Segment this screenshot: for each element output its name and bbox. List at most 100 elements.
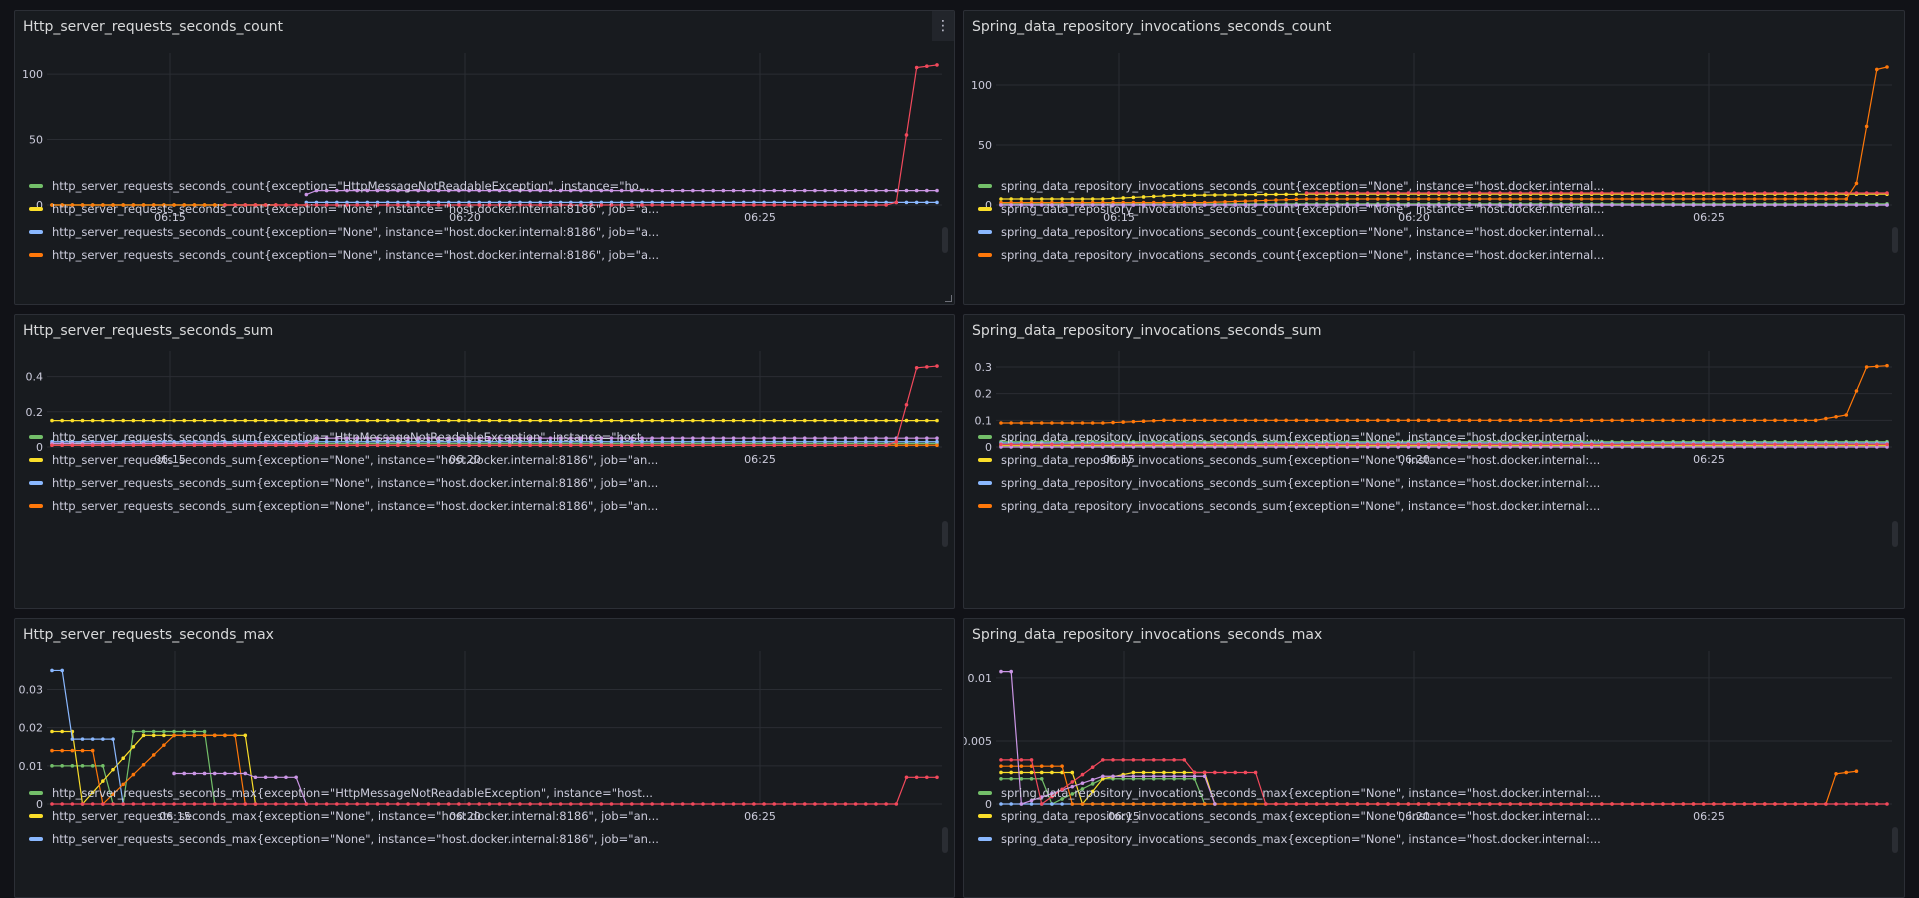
legend-label: http_server_requests_seconds_max{excepti… xyxy=(52,785,653,800)
legend-color-swatch xyxy=(29,457,43,462)
data-point xyxy=(660,418,665,423)
data-point xyxy=(1467,418,1472,423)
panel-http-count[interactable]: Http_server_requests_seconds_count ⋮ 0 50… xyxy=(14,10,955,305)
legend-label: spring_data_repository_invocations_secon… xyxy=(1001,475,1601,490)
legend-label: spring_data_repository_invocations_secon… xyxy=(1001,429,1601,444)
y-tick-label: 50 xyxy=(29,134,43,147)
data-point xyxy=(1885,363,1889,368)
data-point xyxy=(1640,418,1645,423)
legend-label: http_server_requests_seconds_count{excep… xyxy=(52,201,659,216)
data-point xyxy=(151,733,156,738)
legend-item[interactable]: http_server_requests_seconds_sum{excepti… xyxy=(23,425,944,448)
legend-item[interactable]: http_server_requests_seconds_max{excepti… xyxy=(23,804,944,827)
data-point xyxy=(80,737,85,741)
data-point xyxy=(50,418,54,423)
data-point xyxy=(1070,770,1075,775)
legend-item[interactable]: http_server_requests_seconds_max{excepti… xyxy=(23,827,944,850)
legend-item[interactable]: spring_data_repository_invocations_secon… xyxy=(972,471,1894,494)
panel-spring-max[interactable]: Spring_data_repository_invocations_secon… xyxy=(963,618,1905,898)
data-point xyxy=(243,733,248,738)
data-point xyxy=(925,418,929,423)
data-point xyxy=(1151,758,1156,762)
data-point xyxy=(70,764,75,768)
data-point xyxy=(1864,365,1869,369)
legend-color-swatch xyxy=(978,252,992,257)
legend-item[interactable]: spring_data_repository_invocations_secon… xyxy=(972,494,1894,517)
data-point xyxy=(762,418,766,423)
legend-item[interactable]: http_server_requests_seconds_sum{excepti… xyxy=(23,494,944,517)
data-point xyxy=(60,748,64,753)
data-point xyxy=(294,775,298,780)
legend-color-swatch xyxy=(29,480,43,485)
data-point xyxy=(1050,770,1054,775)
legend-color-swatch xyxy=(978,183,992,188)
data-point xyxy=(691,418,695,423)
legend-color-swatch xyxy=(29,836,43,841)
legend-item[interactable]: spring_data_repository_invocations_secon… xyxy=(972,804,1894,827)
y-tick-label: 0.01 xyxy=(19,760,44,773)
legend-item[interactable]: http_server_requests_seconds_count{excep… xyxy=(23,174,944,197)
legend-item[interactable]: spring_data_repository_invocations_secon… xyxy=(972,220,1894,243)
data-point xyxy=(1650,418,1655,423)
data-point xyxy=(60,764,64,768)
data-point xyxy=(1742,418,1747,423)
data-point xyxy=(1752,418,1757,423)
data-point xyxy=(874,418,878,423)
legend-item[interactable]: http_server_requests_seconds_count{excep… xyxy=(23,220,944,243)
legend-item[interactable]: spring_data_repository_invocations_secon… xyxy=(972,425,1894,448)
data-point xyxy=(1854,769,1859,774)
panel-spring-sum[interactable]: Spring_data_repository_invocations_secon… xyxy=(963,314,1905,609)
legend-item[interactable]: spring_data_repository_invocations_secon… xyxy=(972,243,1894,266)
data-point xyxy=(1090,765,1095,770)
data-point xyxy=(1437,418,1441,423)
panel-http-max[interactable]: Http_server_requests_seconds_max 0 0.01 0.… xyxy=(14,618,955,898)
data-point xyxy=(70,748,75,753)
data-point xyxy=(1141,758,1146,762)
data-point xyxy=(731,418,736,423)
y-tick-label: 0.2 xyxy=(26,406,44,419)
data-point xyxy=(904,418,909,423)
data-point xyxy=(925,775,929,780)
legend-scrollbar[interactable] xyxy=(942,827,948,853)
data-point xyxy=(1121,774,1126,779)
data-point xyxy=(1396,418,1400,423)
data-point xyxy=(792,418,797,423)
data-point xyxy=(1253,418,1258,423)
legend-scrollbar[interactable] xyxy=(1892,521,1898,547)
data-point xyxy=(843,418,848,423)
data-point xyxy=(1172,418,1176,423)
data-point xyxy=(233,418,237,423)
y-tick-label: 100 xyxy=(22,68,43,81)
data-point xyxy=(151,729,156,734)
data-point xyxy=(1141,774,1146,779)
data-point xyxy=(162,418,166,423)
data-point xyxy=(101,737,105,741)
legend-item[interactable]: spring_data_repository_invocations_secon… xyxy=(972,197,1894,220)
legend-scrollbar[interactable] xyxy=(942,227,948,253)
legend-item[interactable]: spring_data_repository_invocations_secon… xyxy=(972,174,1894,197)
legend-item[interactable]: http_server_requests_seconds_count{excep… xyxy=(23,197,944,220)
data-point xyxy=(1691,418,1696,423)
legend-item[interactable]: http_server_requests_seconds_sum{excepti… xyxy=(23,471,944,494)
data-point xyxy=(233,771,237,776)
legend-item[interactable]: http_server_requests_seconds_sum{excepti… xyxy=(23,448,944,471)
data-point xyxy=(192,729,197,734)
panel-spring-count[interactable]: Spring_data_repository_invocations_secon… xyxy=(963,10,1905,305)
data-point xyxy=(162,733,166,738)
legend-scrollbar[interactable] xyxy=(942,521,948,547)
legend-item[interactable]: spring_data_repository_invocations_secon… xyxy=(972,781,1894,804)
legend-item[interactable]: http_server_requests_seconds_max{excepti… xyxy=(23,781,944,804)
panel-http-sum[interactable]: Http_server_requests_seconds_sum 0 0.2 0.4… xyxy=(14,314,955,609)
data-point xyxy=(90,737,95,741)
legend-scrollbar[interactable] xyxy=(1892,227,1898,253)
data-point xyxy=(1875,364,1879,369)
data-point xyxy=(1386,418,1390,423)
legend-scrollbar[interactable] xyxy=(1892,827,1898,853)
legend-item[interactable]: spring_data_repository_invocations_secon… xyxy=(972,827,1894,850)
resize-handle[interactable] xyxy=(945,295,952,302)
data-point xyxy=(1009,770,1013,775)
legend-item[interactable]: http_server_requests_seconds_count{excep… xyxy=(23,243,944,266)
data-point xyxy=(1202,418,1207,423)
data-point xyxy=(853,418,858,423)
legend-item[interactable]: spring_data_repository_invocations_secon… xyxy=(972,448,1894,471)
